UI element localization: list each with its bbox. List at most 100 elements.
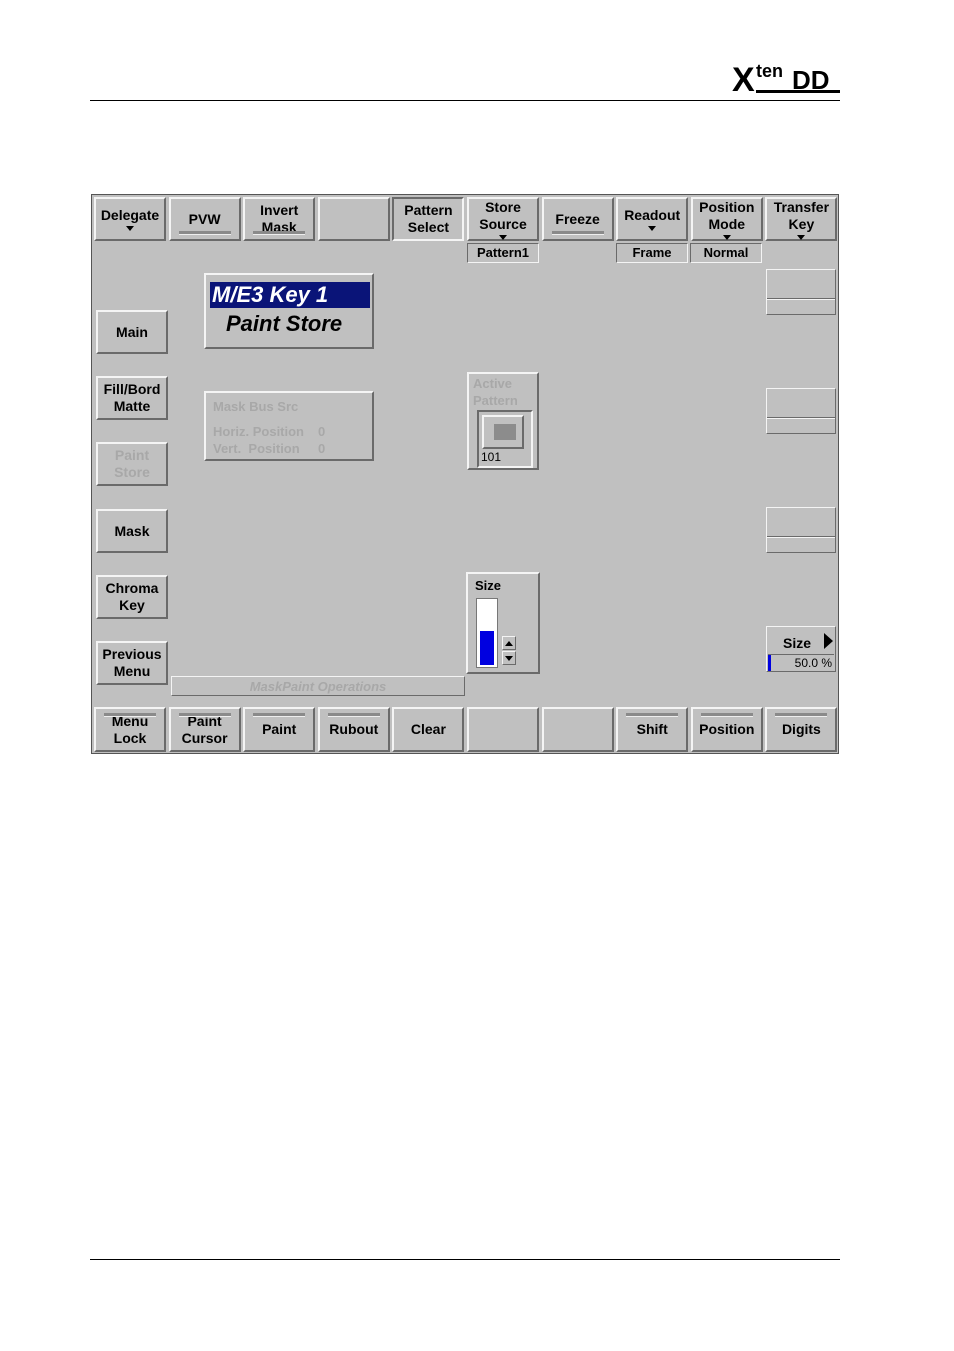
button-label-line: Pattern [404, 202, 453, 218]
top-freeze-button[interactable]: Freeze [541, 197, 614, 241]
menu-title: M/E3 Key 1 [210, 282, 370, 308]
top-store-source-button[interactable]: Store Source [467, 197, 539, 241]
status-indicator-bar [775, 713, 828, 717]
maskpaint-operations-label: MaskPaint Operations [171, 676, 465, 696]
button-label-line: Matte [113, 398, 151, 414]
active-pattern-frame: 101 [477, 410, 533, 468]
arrow-right-icon [824, 633, 833, 649]
dropdown-arrow-icon [797, 234, 806, 240]
bottom-empty-5-button [467, 707, 539, 752]
dropdown-arrow-icon [648, 226, 657, 231]
size-knob-label: Size [783, 635, 812, 651]
button-label-line: Source [479, 215, 527, 232]
side-chroma-key-button[interactable]: Chroma Key [96, 575, 168, 619]
mask-info-box: Mask Bus Src Horiz. Position 0 Vert. Pos… [204, 391, 374, 461]
readout-value: Frame [616, 243, 688, 263]
bottom-paint-button[interactable]: Paint [243, 707, 316, 752]
size-label: Size [475, 578, 502, 593]
button-label-line: Freeze [555, 210, 600, 227]
top-position-mode-button[interactable]: Position Mode [690, 197, 763, 241]
button-label-line: Key [119, 597, 145, 613]
size-knob[interactable]: Size 50.0 % [766, 626, 836, 672]
bottom-digits-button[interactable]: Digits [765, 707, 838, 752]
top-readout-button[interactable]: Readout [616, 197, 689, 241]
top-pvw-button[interactable]: PVW [168, 197, 241, 241]
side-paint-store-button[interactable]: Paint Store [96, 442, 168, 486]
size-control-box: Size [466, 572, 540, 674]
active-pattern-box: Active Pattern 101 [467, 372, 539, 470]
button-label-line: Fill/Bord [103, 381, 161, 397]
button-label-line: Previous [102, 646, 162, 662]
active-pattern-number: 101 [481, 450, 502, 464]
knob-slot-2 [766, 388, 836, 434]
side-main-button[interactable]: Main [96, 310, 168, 354]
button-label-line: Store [485, 198, 521, 215]
side-fill-bord-matte-button[interactable]: Fill/Bord Matte [96, 376, 168, 420]
bottom-shift-button[interactable]: Shift [616, 707, 689, 752]
status-indicator-bar [327, 713, 380, 717]
button-label-line: Cursor [181, 729, 228, 746]
size-increase-button[interactable] [502, 636, 516, 650]
top-transfer-key-button[interactable]: Transfer Key [765, 197, 838, 241]
bottom-paint-cursor-button[interactable]: Paint Cursor [168, 707, 241, 752]
xten-dd-logo: X ten DD [732, 61, 840, 96]
button-label-line: Main [116, 323, 148, 340]
size-knob-value: 50.0 % [794, 656, 832, 670]
horiz-position-value: 0 [318, 424, 326, 439]
paint-store-menu-panel: Pattern1 Frame Normal M/E3 Key 1 Paint S… [91, 194, 839, 754]
top-pattern-select-button[interactable]: Pattern Select [392, 197, 465, 241]
horiz-position-label: Horiz. Position [213, 424, 304, 439]
mask-bus-src-label: Mask Bus Src [213, 399, 299, 414]
dropdown-arrow-icon [499, 234, 507, 240]
button-label-line: Delegate [100, 207, 160, 223]
dropdown-arrow-icon [722, 234, 731, 240]
status-indicator-bar [626, 713, 679, 717]
active-pattern-label-1: Active [473, 376, 513, 391]
button-label-line: Paint [114, 447, 150, 463]
button-label-line: Readout [624, 207, 681, 223]
side-previous-menu-button[interactable]: Previous Menu [96, 641, 168, 685]
logo-ten: ten [756, 61, 783, 81]
status-indicator-bar [551, 231, 604, 235]
button-label-line: Invert [260, 202, 299, 218]
button-label-line: Select [407, 219, 450, 235]
bottom-menu-lock-button[interactable]: Menu Lock [94, 707, 166, 752]
store-source-readout: Pattern1 [467, 243, 539, 263]
button-label-line: Menu [113, 663, 151, 679]
dropdown-arrow-icon [126, 226, 134, 231]
active-pattern-button[interactable] [482, 415, 524, 449]
status-indicator-bar [253, 231, 306, 235]
header-rule [90, 100, 840, 101]
status-indicator-bar [700, 713, 753, 717]
status-indicator-bar [253, 713, 306, 717]
knob-slot-1 [766, 269, 836, 315]
button-label-line: Shift [636, 721, 668, 737]
size-slider[interactable] [476, 598, 498, 668]
button-label-line: Lock [113, 729, 147, 746]
button-label-line: Position [699, 198, 755, 215]
vert-position-value: 0 [318, 441, 326, 456]
side-mask-button[interactable]: Mask [96, 509, 168, 553]
top-invert-mask-button[interactable]: Invert Mask [243, 197, 316, 241]
pattern-swatch-icon [494, 424, 516, 440]
button-label-line: Store [114, 464, 150, 480]
bottom-rubout-button[interactable]: Rubout [317, 707, 390, 752]
status-indicator-bar [104, 713, 156, 717]
knob-slot-3 [766, 507, 836, 553]
status-indicator-bar [178, 713, 231, 717]
size-slider-fill [480, 631, 494, 665]
arrow-down-icon [505, 655, 513, 661]
top-delegate-button[interactable]: Delegate [94, 197, 166, 241]
button-label-line: Mask [114, 522, 150, 539]
size-decrease-button[interactable] [502, 651, 516, 665]
button-label-line: Key [788, 215, 815, 232]
button-label-line: Chroma [105, 580, 159, 596]
size-knob-level-bar [768, 655, 771, 671]
button-label-line: Clear [410, 721, 446, 737]
bottom-clear-button[interactable]: Clear [392, 707, 465, 752]
active-pattern-label-2: Pattern [473, 393, 518, 408]
button-label-line: Digits [781, 721, 821, 737]
position-mode-readout: Normal [690, 243, 762, 263]
bottom-position-button[interactable]: Position [690, 707, 763, 752]
button-label-line: Paint [262, 721, 297, 737]
